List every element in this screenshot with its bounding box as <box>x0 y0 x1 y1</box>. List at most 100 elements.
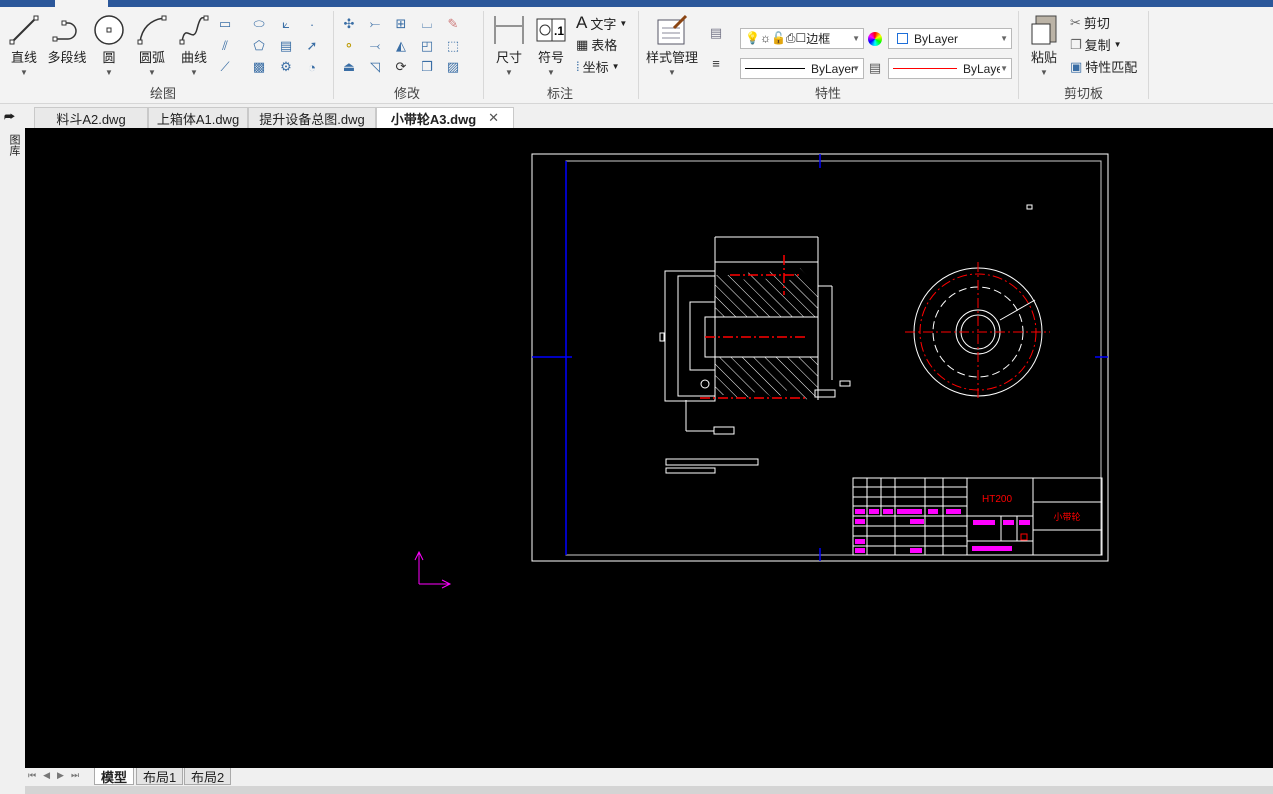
stretch-icon[interactable]: ⬚ <box>444 37 462 55</box>
offset-icon[interactable]: ⏏ <box>340 58 358 76</box>
divider <box>638 11 639 99</box>
arc-icon <box>132 13 172 47</box>
file-tab[interactable]: 提升设备总图.dwg <box>248 107 376 128</box>
layout-tab-model[interactable]: 模型 <box>94 768 135 785</box>
layout-tab-2[interactable]: 布局2 <box>184 768 232 785</box>
ribbon-tab-active[interactable] <box>55 0 108 7</box>
copy-icon: ❐ <box>1070 36 1082 52</box>
pick-icon[interactable]: ➚ <box>303 37 321 55</box>
cut-button[interactable]: ✂ 剪切 <box>1070 13 1110 32</box>
curve-icon[interactable]: ⟀ <box>277 15 295 33</box>
linetype-select[interactable]: ByLayer ▼ <box>740 58 864 79</box>
explode-icon[interactable]: ❒ <box>418 58 436 76</box>
file-tab[interactable]: 上箱体A1.dwg <box>148 107 248 128</box>
match-properties-button[interactable]: ▣ 特性匹配 <box>1070 57 1137 76</box>
ellipse-icon[interactable]: ⬭ <box>250 15 268 33</box>
chamfer-icon[interactable]: ◹ <box>366 58 384 76</box>
style-manager-button[interactable]: 样式管理 ▼ <box>644 13 700 77</box>
text-icon: A <box>576 13 588 32</box>
paste-icon <box>1026 13 1062 47</box>
scissors-icon: ✂ <box>1070 14 1081 30</box>
group-label-draw: 绘图 <box>150 86 177 101</box>
lineweight-list-icon[interactable]: ▤ <box>866 59 884 77</box>
erase-icon[interactable]: ✎ <box>444 15 462 33</box>
layout-tab-1[interactable]: 布局1 <box>136 768 184 785</box>
lineweight-select[interactable]: ByLayer ▼ <box>888 58 1012 79</box>
block-icon[interactable]: ▤ <box>277 37 295 55</box>
line-button[interactable]: 直线 ▼ <box>6 13 42 77</box>
dimension-icon <box>490 13 528 47</box>
group-label-properties: 特性 <box>815 86 842 101</box>
horizontal-scrollbar[interactable] <box>25 786 1273 794</box>
close-tab-icon[interactable]: ✕ <box>488 110 499 126</box>
ribbon: 直线 ▼ 多段线 圆 ▼ 圆弧 ▼ 曲线 ▼ ▭ ⬭ ⟀ · ⫽ ⬠ ▤ ➚ ⟋ ▩ ⚙… <box>0 7 1273 104</box>
drawing: HT200 小带轮 <box>414 153 1109 589</box>
multiline-icon[interactable]: ⫽ <box>216 37 234 55</box>
tab-navigation-arrows[interactable]: ⏮◀▶⏭ <box>28 770 86 781</box>
mirror-icon[interactable]: ◭ <box>392 37 410 55</box>
divider <box>483 11 484 99</box>
line-icon <box>6 13 42 47</box>
boundary-icon[interactable]: ◔ <box>303 58 321 76</box>
trim-icon[interactable]: ⤚ <box>366 15 384 33</box>
pulley-end-view <box>905 204 1050 400</box>
layer-select[interactable]: 💡☼🔓⎙☐ 边框 ▼ <box>740 28 864 49</box>
divider <box>1018 11 1019 99</box>
title-block: HT200 小带轮 <box>852 477 1103 556</box>
copy-object-icon[interactable]: ⚬ <box>340 37 358 55</box>
table-button[interactable]: ▦ 表格 <box>576 35 617 54</box>
circle-button[interactable]: 圆 ▼ <box>92 13 126 77</box>
layer-states-icon[interactable]: ▤ <box>707 24 725 42</box>
group-label-clipboard: 剪切板 <box>1064 86 1104 101</box>
title-bar <box>0 0 1273 7</box>
table-icon: ▦ <box>576 36 589 52</box>
geometric-tolerance-icon: .1 <box>534 13 568 47</box>
extend-icon[interactable]: ⤙ <box>366 37 384 55</box>
ucs-icon <box>414 550 452 589</box>
text-button[interactable]: A 文字 ▼ <box>576 13 627 33</box>
gear-icon[interactable]: ⚙ <box>277 58 295 76</box>
coordinate-button[interactable]: ⁞ 坐标 ▼ <box>576 57 620 76</box>
library-label: 图库 <box>8 134 20 156</box>
ray-icon[interactable]: ⟋ <box>216 58 234 76</box>
paste-button[interactable]: 粘贴 ▼ <box>1026 13 1062 77</box>
polyline-button[interactable]: 多段线 <box>44 13 90 66</box>
arc-button[interactable]: 圆弧 ▼ <box>132 13 172 77</box>
center-marks <box>532 154 1108 561</box>
group-label-modify: 修改 <box>394 86 421 101</box>
coordinate-icon: ⁞ <box>576 59 580 74</box>
color-swatch <box>897 33 908 44</box>
spline-icon <box>176 13 212 47</box>
color-select[interactable]: ByLayer ▼ <box>888 28 1012 49</box>
material-text: HT200 <box>982 494 1012 505</box>
layout-tab-bar: ⏮◀▶⏭ 模型 布局1 布局2 <box>0 768 1273 786</box>
point-icon[interactable]: · <box>303 15 321 33</box>
file-tab-active[interactable]: 小带轮A3.dwg ✕ <box>376 107 514 128</box>
spline-button[interactable]: 曲线 ▼ <box>176 13 212 77</box>
rotate-icon[interactable]: ⟳ <box>392 58 410 76</box>
library-panel-strip[interactable]: 图库 <box>0 128 25 768</box>
symbol-button[interactable]: .1 符号 ▼ <box>534 13 568 77</box>
layer-state-icons: 💡☼🔓⎙☐ <box>745 31 807 45</box>
rectangle-icon[interactable]: ▭ <box>216 15 234 33</box>
scale-icon[interactable]: ◰ <box>418 37 436 55</box>
hatch-icon[interactable]: ▩ <box>250 58 268 76</box>
color-wheel-icon[interactable] <box>868 32 882 46</box>
match-properties-icon: ▣ <box>1070 58 1083 74</box>
library-toggle-icon[interactable]: ⮫ <box>4 110 15 125</box>
array-icon[interactable]: ⊞ <box>392 15 410 33</box>
group-label-annotate: 标注 <box>547 86 574 101</box>
edit-hatch-icon[interactable]: ▨ <box>444 58 462 76</box>
lineweight-preview <box>893 68 957 69</box>
file-tab[interactable]: 料斗A2.dwg <box>34 107 148 128</box>
circle-icon <box>92 13 126 47</box>
gear-section-view <box>659 236 851 474</box>
move-icon[interactable]: ✣ <box>340 15 358 33</box>
drawing-canvas[interactable]: HT200 小带轮 <box>25 128 1273 768</box>
region-icon[interactable]: ⬠ <box>250 37 268 55</box>
break-icon[interactable]: ⌴ <box>418 15 436 33</box>
copy-button[interactable]: ❐ 复制 ▼ <box>1070 35 1122 54</box>
dimension-button[interactable]: 尺寸 ▼ <box>490 13 528 77</box>
part-name-text: 小带轮 <box>1053 511 1080 523</box>
lineweight-icon[interactable]: ≡ <box>707 54 725 72</box>
